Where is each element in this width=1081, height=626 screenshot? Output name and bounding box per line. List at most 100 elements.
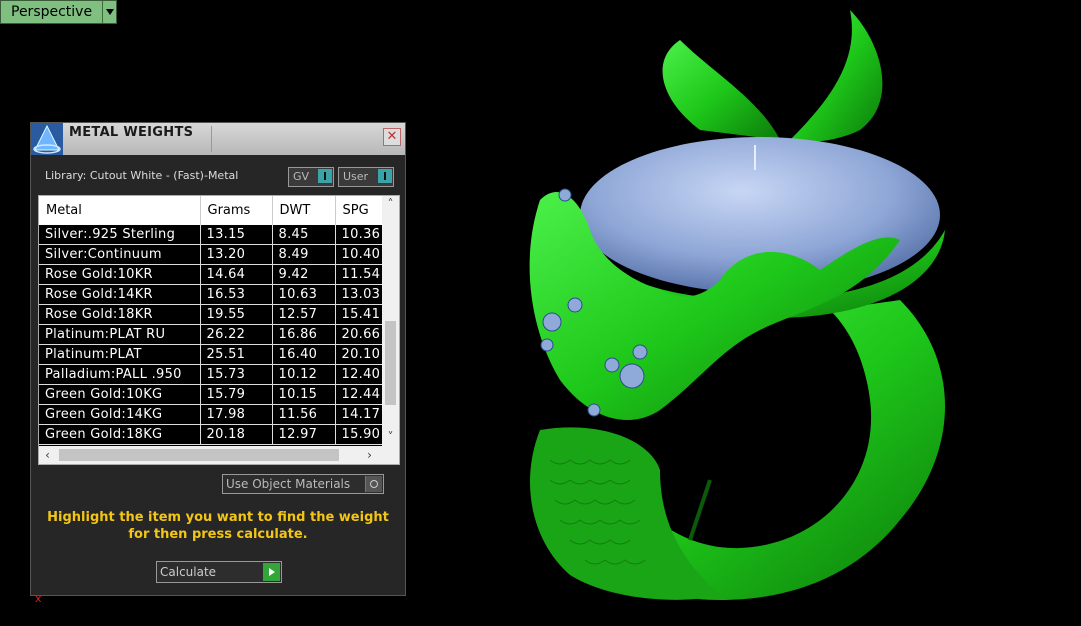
column-header[interactable]: Grams [200, 196, 273, 225]
calculate-button[interactable]: Calculate [156, 561, 282, 583]
table-cell: 12.57 [272, 304, 336, 325]
column-header[interactable]: SPG [335, 196, 383, 225]
close-button[interactable]: ✕ [383, 128, 401, 146]
viewport-dropdown-button[interactable] [102, 1, 117, 23]
radio-icon[interactable] [365, 476, 382, 492]
use-object-materials-toggle[interactable]: Use Object Materials [222, 474, 384, 494]
table-cell: 10.40 [335, 244, 383, 265]
table-row[interactable]: Platinum:PLAT 25.51 16.40 20.10 [39, 344, 383, 365]
table-cell: 10.36 [335, 225, 383, 245]
table-cell: 8.49 [272, 244, 336, 265]
table-cell: 15.41 [335, 304, 383, 325]
panel-title: METAL WEIGHTS [69, 125, 194, 140]
column-header[interactable]: Metal [39, 196, 201, 225]
table-row[interactable]: Green Gold:14KG 17.98 11.56 14.17 [39, 404, 383, 425]
use-object-materials-label: Use Object Materials [226, 477, 351, 491]
vertical-scrollbar[interactable]: ˄ ˅ [382, 196, 399, 446]
scroll-left-icon[interactable]: ‹ [39, 446, 56, 464]
table-cell: Rose Gold:14KR [39, 284, 201, 305]
table-cell: 16.86 [272, 324, 336, 345]
gv-selector-label: GV [293, 170, 310, 183]
table-cell: 13.20 [200, 244, 273, 265]
table-cell: 12.97 [272, 424, 336, 445]
vertical-scroll-thumb[interactable] [385, 321, 396, 405]
table-cell: 9.42 [272, 264, 336, 285]
table-cell: 16.40 [272, 344, 336, 365]
table-cell: Platinum:PLAT RU [39, 324, 201, 345]
table-cell: Silver:Continuum [39, 244, 201, 265]
metal-weights-panel: METAL WEIGHTS ✕ Library: Cutout White - … [30, 122, 406, 596]
viewport-tab[interactable]: Perspective [0, 0, 118, 24]
table-row[interactable]: Silver:Continuum 13.20 8.49 10.40 [39, 244, 383, 265]
table-row[interactable]: Platinum:PLAT RU 26.22 16.86 20.66 [39, 324, 383, 345]
chevron-down-icon [105, 9, 114, 15]
table-row[interactable]: Silver:.925 Sterling 13.15 8.45 10.36 [39, 225, 383, 245]
table-cell: 17.98 [200, 404, 273, 425]
table-cell: Rose Gold:18KR [39, 304, 201, 325]
axis-x-marker: x [35, 592, 42, 605]
calculate-label: Calculate [160, 565, 217, 579]
gv-selector[interactable]: GV [288, 167, 334, 187]
table-cell: 20.18 [200, 424, 273, 445]
horizontal-scroll-thumb[interactable] [59, 449, 339, 461]
table-row[interactable]: Rose Gold:18KR 19.55 12.57 15.41 [39, 304, 383, 325]
table-cell: Green Gold:10KG [39, 384, 201, 405]
table-cell: 15.73 [200, 364, 273, 385]
viewport-label[interactable]: Perspective [1, 1, 103, 23]
table-cell: 13.15 [200, 225, 273, 245]
table-cell: 8.45 [272, 225, 336, 245]
table-cell: Rose Gold:10KR [39, 264, 201, 285]
table-cell: 13.03 [335, 284, 383, 305]
table-row[interactable]: Green Gold:18KG 20.18 12.97 15.90 [39, 424, 383, 445]
table-cell: 15.90 [335, 424, 383, 445]
mermaid-tail [530, 427, 720, 600]
table-cell: 19.55 [200, 304, 273, 325]
table-cell: Green Gold:18KG [39, 424, 201, 445]
gv-selector-button[interactable] [318, 169, 332, 183]
table-cell: 26.22 [200, 324, 273, 345]
scroll-up-icon[interactable]: ˄ [382, 196, 399, 213]
scroll-down-icon[interactable]: ˅ [382, 429, 399, 446]
play-icon[interactable] [263, 563, 280, 581]
panel-titlebar[interactable]: METAL WEIGHTS ✕ [31, 123, 405, 155]
table-cell: 10.63 [272, 284, 336, 305]
library-label: Library: Cutout White - (Fast)-Metal [45, 169, 239, 182]
title-divider [211, 126, 212, 152]
user-selector[interactable]: User [338, 167, 394, 187]
table-cell: 12.44 [335, 384, 383, 405]
instruction-text: Highlight the item you want to find the … [41, 509, 395, 543]
table-cell: 20.66 [335, 324, 383, 345]
table-header-row: Metal Grams DWT SPG [39, 196, 383, 225]
table-cell: Silver:.925 Sterling [39, 225, 201, 245]
table-cell: 14.17 [335, 404, 383, 425]
user-selector-button[interactable] [378, 169, 392, 183]
app-logo-icon [31, 123, 63, 155]
table-cell: 25.51 [200, 344, 273, 365]
scroll-right-icon[interactable]: › [361, 446, 378, 464]
user-selector-label: User [343, 170, 369, 183]
table-cell: Palladium:PALL .950 [39, 364, 201, 385]
table-cell: 16.53 [200, 284, 273, 305]
table-cell: 14.64 [200, 264, 273, 285]
instruction-line-2: for then press calculate. [128, 527, 308, 542]
table-cell: 20.10 [335, 344, 383, 365]
table-row[interactable]: Rose Gold:14KR 16.53 10.63 13.03 [39, 284, 383, 305]
table-cell: 11.56 [272, 404, 336, 425]
instruction-line-1: Highlight the item you want to find the … [47, 510, 389, 525]
table-cell: 15.79 [200, 384, 273, 405]
horizontal-scrollbar[interactable]: ‹ › [39, 446, 399, 464]
table-cell: Platinum:PLAT [39, 344, 201, 365]
table-cell: Green Gold:14KG [39, 404, 201, 425]
table-row[interactable]: Rose Gold:10KR 14.64 9.42 11.54 [39, 264, 383, 285]
table-cell: 12.40 [335, 364, 383, 385]
column-header[interactable]: DWT [272, 196, 336, 225]
table-cell: 10.15 [272, 384, 336, 405]
tail-fin-left [662, 40, 780, 140]
table-row[interactable]: Green Gold:10KG 15.79 10.15 12.44 [39, 384, 383, 405]
tail-fin-right [790, 10, 883, 142]
metal-table[interactable]: Metal Grams DWT SPG Silver:.925 Sterling… [38, 195, 400, 465]
metal-table-grid: Metal Grams DWT SPG Silver:.925 Sterling… [39, 196, 383, 445]
table-cell: 11.54 [335, 264, 383, 285]
table-row[interactable]: Palladium:PALL .950 15.73 10.12 12.40 [39, 364, 383, 385]
table-cell: 10.12 [272, 364, 336, 385]
